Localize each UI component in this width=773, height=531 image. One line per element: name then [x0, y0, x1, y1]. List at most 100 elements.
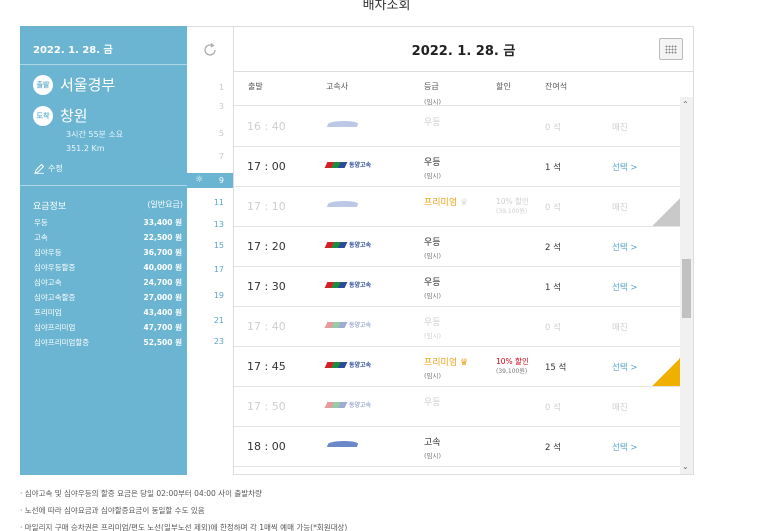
schedule-row[interactable]: 18 : 00 고속 (임시) 2 석 선택 >: [234, 427, 680, 467]
arrival-badge: 도착: [33, 106, 53, 126]
chunil-logo: [326, 120, 362, 134]
crown-icon: ♛: [460, 198, 469, 208]
divider: [20, 64, 187, 65]
departure-time: 16 : 40: [247, 120, 286, 133]
remaining-seats: 1 석: [545, 163, 561, 173]
divider: [20, 185, 187, 186]
time-slot-column: 1 3 5 7 ☼ 9 11 13 15 17 19 21 23: [187, 26, 233, 475]
grade-sub: (임시): [424, 292, 442, 300]
schedule-row: 17 : 50 동양고속 우등 0 석 매진: [234, 387, 680, 427]
time-slot-19[interactable]: 19: [187, 291, 233, 300]
time-slot-7[interactable]: 7: [187, 152, 233, 161]
select-button[interactable]: 선택 >: [612, 161, 637, 173]
dongyang-logo: 동양고속: [324, 360, 372, 369]
selected-date: 2022. 1. 28. 금: [33, 45, 113, 56]
bus-grade: 우등 (임시): [424, 238, 442, 260]
schedule-row[interactable]: 17 : 20 동양고속 우등 (임시) 2 석 선택 >: [234, 227, 680, 267]
grade-sub: (임시): [424, 172, 442, 180]
fare-name: 우등: [34, 218, 48, 227]
bus-company: 동양고속: [324, 320, 372, 334]
remaining-seats: 1 석: [545, 283, 561, 293]
departure-time: 17 : 50: [247, 400, 286, 413]
bus-company: 동양고속: [324, 160, 372, 174]
schedule-row[interactable]: 17 : 45 동양고속 프리미엄 ♛ (임시) 10% 할인 (39,100원) …: [234, 347, 680, 387]
departure-city: 서울경부: [60, 76, 116, 94]
discount: 10% 할인 (39,100원): [496, 197, 529, 215]
fare-price: 47,700 원: [143, 323, 182, 332]
time-slot-13[interactable]: 13: [187, 220, 233, 229]
time-slot-3[interactable]: 3: [187, 102, 233, 111]
chunil-logo: [326, 200, 362, 214]
bus-grade: 우등 (임시): [424, 278, 442, 300]
select-button[interactable]: 선택 >: [612, 361, 637, 373]
scroll-thumb[interactable]: [682, 259, 691, 318]
time-slot-23[interactable]: 23: [187, 337, 233, 346]
time-slot-15[interactable]: 15: [187, 241, 233, 250]
time-slot-21[interactable]: 21: [187, 316, 233, 325]
select-button[interactable]: 선택 >: [612, 441, 637, 453]
scrollbar[interactable]: ⌃ ⌄: [680, 97, 693, 474]
crown-icon: ♛: [460, 358, 469, 368]
fare-price: 27,000 원: [143, 293, 182, 302]
fare-price: 33,400 원: [143, 218, 182, 227]
select-button[interactable]: 선택 >: [612, 281, 637, 293]
remaining-seats: 2 석: [545, 443, 561, 453]
fare-price: 40,000 원: [143, 263, 182, 272]
note-line: · 노선에 따라 심야요금과 심야할증요금이 동일할 수도 있음: [20, 506, 205, 515]
col-discount: 할인: [496, 82, 511, 91]
fare-name: 프리미엄: [34, 308, 62, 317]
fare-title: 요금정보: [33, 202, 67, 212]
departure-time: 17 : 20: [247, 240, 286, 253]
sold-out-label: 매진: [612, 123, 628, 133]
fare-name: 심야프리미엄: [34, 323, 76, 332]
edit-route-button[interactable]: 수정: [34, 163, 63, 174]
time-slot-17[interactable]: 17: [187, 265, 233, 274]
time-slot-1[interactable]: 1: [187, 83, 233, 92]
bus-company: 동양고속: [324, 240, 372, 254]
fare-row: 프리미엄 43,400 원: [34, 305, 182, 320]
select-button[interactable]: 선택 >: [612, 241, 637, 253]
schedule-list: (임시) 16 : 40 우등 0 석 매진 17 : 00 동양고속 우등 (임…: [234, 97, 680, 474]
fare-price: 52,500 원: [143, 338, 182, 347]
departure-time: 17 : 45: [247, 360, 286, 373]
dongyang-logo: 동양고속: [324, 240, 372, 249]
calendar-icon[interactable]: [659, 38, 683, 60]
fare-price: 22,500 원: [143, 233, 182, 242]
time-slot-9[interactable]: ☼ 9: [187, 173, 233, 188]
premium-ribbon: [652, 198, 680, 226]
time-slot-5[interactable]: 5: [187, 129, 233, 138]
grade-sub: (임시): [424, 98, 442, 106]
note-line: · 마일리지 구매 승차권은 프리미엄/편도 노선(일부노선 제외)에 한정하며…: [20, 523, 348, 531]
bus-company: [326, 440, 372, 454]
remaining-seats: 0 석: [545, 323, 561, 333]
partial-row: (임시): [234, 97, 680, 106]
dongyang-logo: 동양고속: [324, 400, 372, 409]
remaining-seats: 0 석: [545, 203, 561, 213]
time-slot-11[interactable]: 11: [187, 198, 233, 207]
chunil-logo: [326, 440, 362, 454]
sold-out-label: 매진: [612, 323, 628, 333]
fare-list: 우등 33,400 원 고속 22,500 원 심야우등 36,700 원 심야우등할증 40…: [34, 215, 182, 350]
schedule-row[interactable]: 17 : 30 동양고속 우등 (임시) 1 석 선택 >: [234, 267, 680, 307]
departure-time: 17 : 40: [247, 320, 286, 333]
dongyang-logo: 동양고속: [324, 160, 372, 169]
bus-grade: 고속 (임시): [424, 438, 442, 460]
schedule-row[interactable]: 17 : 00 동양고속 우등 (임시) 1 석 선택 >: [234, 147, 680, 187]
duration: 3시간 55분 소요: [66, 130, 124, 139]
distance: 351.2 Km: [66, 144, 105, 153]
scroll-up-icon[interactable]: ⌃: [682, 100, 689, 109]
grade-sub: (임시): [424, 372, 442, 380]
schedule-row: 17 : 10 프리미엄 ♛ 10% 할인 (39,100원) 0 석 매진: [234, 187, 680, 227]
refresh-button[interactable]: [187, 27, 233, 72]
dongyang-logo: 동양고속: [324, 280, 372, 289]
departure-time: 17 : 10: [247, 200, 286, 213]
schedule-panel: 2022. 1. 28. 금 출발 고속사 등급 할인 잔여석 (임시) 16 …: [233, 26, 694, 475]
schedule-header: 2022. 1. 28. 금: [234, 27, 693, 72]
scroll-down-icon[interactable]: ⌄: [682, 462, 689, 471]
fare-name: 심야우등: [34, 248, 62, 257]
departure-time: 17 : 00: [247, 160, 286, 173]
fare-name: 심야프리미엄할증: [34, 338, 90, 347]
bus-grade: 우등 (임시): [424, 158, 442, 180]
fare-row: 고속 22,500 원: [34, 230, 182, 245]
departure-time: 17 : 30: [247, 280, 286, 293]
